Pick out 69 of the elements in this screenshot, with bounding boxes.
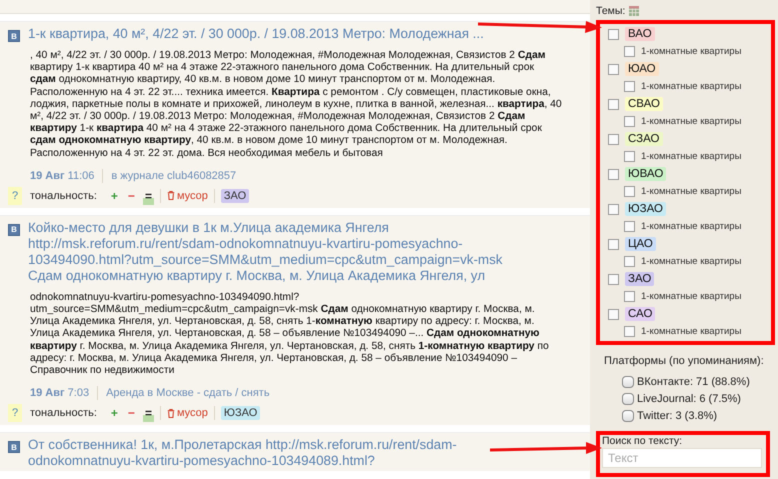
subtopic-label[interactable]: 1-комнатные квартиры bbox=[641, 46, 742, 57]
platform-label[interactable]: ВКонтакте: 71 (88.8%) bbox=[637, 376, 750, 388]
trash-link[interactable]: мусор bbox=[176, 407, 208, 420]
subtopic-label[interactable]: 1-комнатные квартиры bbox=[641, 291, 742, 302]
checkbox[interactable] bbox=[608, 308, 619, 320]
search-field[interactable]: Текст bbox=[602, 448, 762, 468]
district-tag[interactable]: ВАО bbox=[625, 27, 655, 41]
trash-icon bbox=[166, 408, 175, 419]
district-tag: ЮЗАО bbox=[220, 406, 260, 420]
subtopic-label[interactable]: 1-комнатные квартиры bbox=[641, 81, 742, 92]
help-button[interactable]: ? bbox=[8, 186, 22, 205]
checkbox[interactable] bbox=[624, 221, 635, 232]
post-title-link[interactable]: От собственника! 1к, м.Пролетарская http://msk.reforum.ru/rent/sdam-odnokomnatnuyu-kvartiru-pomesyachno-103494089.html? bbox=[28, 437, 503, 470]
tonality-label: тональность: bbox=[30, 190, 97, 202]
help-button[interactable]: ? bbox=[8, 404, 22, 422]
tonality-label: тональность: bbox=[30, 407, 97, 420]
trash-link[interactable]: мусор bbox=[176, 190, 208, 202]
checkbox[interactable] bbox=[624, 326, 635, 337]
district-tag[interactable]: СВАО bbox=[625, 97, 663, 111]
checkbox[interactable] bbox=[624, 151, 635, 162]
post-date: 19 Авг 11:06 bbox=[30, 170, 94, 182]
checkbox[interactable] bbox=[622, 376, 634, 388]
post-title-link[interactable]: Койко-место для девушки в 1к м.Улица академика Янгеля http://msk.reforum.ru/rent/sdam-odnokomnatnuyu-kvartiru-pomesyachno-103494090.html?utm_source=SMM&utm_medium=cpc&utm_campaign=vk-msk Сдам однокомнатную квартиру г. Москва, м. Улица Академика Янгеля, ул bbox=[28, 220, 503, 284]
table-icon[interactable] bbox=[629, 6, 640, 16]
district-tag[interactable]: СЗАО bbox=[625, 132, 662, 146]
district-tag[interactable]: ЗАО bbox=[625, 272, 654, 286]
checkbox[interactable] bbox=[624, 291, 635, 302]
checkbox[interactable] bbox=[608, 134, 619, 144]
trash-icon bbox=[166, 190, 175, 202]
checkbox[interactable] bbox=[624, 116, 635, 127]
district-tag[interactable]: ЮАО bbox=[625, 62, 659, 76]
checkbox[interactable] bbox=[624, 256, 635, 267]
subtopic-label[interactable]: 1-комнатные квартиры bbox=[641, 151, 742, 162]
checkbox[interactable] bbox=[608, 98, 619, 110]
tonality-button[interactable]: − bbox=[126, 186, 137, 205]
checkbox[interactable] bbox=[608, 28, 619, 40]
district-tag: ЗАО bbox=[220, 188, 250, 203]
source-badge: B bbox=[8, 30, 20, 42]
platform-label[interactable]: Twitter: 3 (3.8%) bbox=[637, 410, 718, 422]
post-title-link[interactable]: 1-к квартира, 40 м², 4/22 эт. / 30 000р. / 19.08.2013 Метро: Молодежная ... bbox=[28, 26, 503, 42]
district-tag[interactable]: ЦАО bbox=[625, 237, 656, 251]
checkbox[interactable] bbox=[624, 46, 635, 57]
checkbox[interactable] bbox=[608, 204, 619, 214]
checkbox[interactable] bbox=[622, 392, 634, 404]
platform-label[interactable]: LiveJournal: 6 (7.5%) bbox=[637, 392, 741, 404]
district-tag[interactable]: ЮЗАО bbox=[625, 202, 666, 216]
subtopic-label[interactable]: 1-комнатные квартиры bbox=[641, 256, 742, 267]
search-label: Поиск по тексту: bbox=[602, 435, 684, 447]
checkbox[interactable] bbox=[624, 186, 635, 197]
platforms-label: Платформы (по упоминаниям): bbox=[604, 355, 765, 367]
checkbox[interactable] bbox=[622, 410, 634, 422]
source-badge: B bbox=[8, 441, 20, 454]
topics-label: Темы: bbox=[596, 5, 626, 17]
subtopic-label[interactable]: 1-комнатные квартиры bbox=[641, 116, 742, 127]
subtopic-label[interactable]: 1-комнатные квартиры bbox=[641, 186, 742, 197]
tonality-button[interactable]: − bbox=[126, 404, 137, 422]
checkbox[interactable] bbox=[608, 274, 619, 284]
post-date: 19 Авг 7:03 bbox=[30, 387, 90, 400]
district-tag[interactable]: САО bbox=[625, 307, 656, 321]
checkbox[interactable] bbox=[608, 168, 619, 180]
checkbox[interactable] bbox=[624, 81, 635, 92]
district-tag[interactable]: ЮВАО bbox=[625, 167, 666, 181]
source-badge: B bbox=[8, 224, 20, 236]
post-text: odnokomnatnuyu-kvartiru-pomesyachno-103494090.html? utm_source=SMM&utm_medium=cpc&utm_campaign=vk-msk Сдам однокомнатную квартиру г. Москва, м. Улица Академика Янгеля, ул. Чертановская, д. 58, снять 1-комнатную квартиру по адресу: г. Москва, м. Улица Академика Янгеля, ул. Чертановская, д. 58 – объявление №103494090 –... Сдам однокомнатную квартиру г. Москва, м. Улица Академика Янгеля, ул. Чертановская, д. 58, снять 1-комнатную квартиру по адресу: г. Москва, м. Улица Академика Янгеля, ул. Чертановская, д. 58 – объявление №103494090 – Справочник по недвижимости bbox=[30, 292, 550, 378]
post-text: , 40 м², 4/22 эт. / 30 000р. / 19.08.2013 Метро: Молодежная, #Молодежная Молодежная, Связистов 2 Сдам квартиру 1-к квартира 40 м² на 4 этаже 22-этажного панельного дома Собственник. На длительный срок сдам однокомнатную квартиру, 40 кв.м. в новом доме 10 минут транспортом от м. Молодежная. Расположенную на 4 эт. 22 эт.... техника имеется. Квартира с ремонтом . С/у совмещен, пластиковые окна, лоджия, паркетные полы в комнате и прихожей, линолеум в кухне, плитка в ванной, железная... квартира, 40 м², 4/22 эт. / 30 000р. / 19.08.2013 Метро: Молодежная, #Молодежная Молодежная, Связистов 2 Сдам квартиру 1-к квартира 40 м² на 4 этаже 22-этажного панельного дома Собственник. На длительный срок сдам однокомнатную квартиру, 40 кв.м. в новом доме 10 минут транспортом от м. Молодежная. Расположенную на 4 эт. 22 эт. дома. Вся необходимая мебель и бытовая bbox=[30, 50, 562, 160]
subtopic-label[interactable]: 1-комнатные квартиры bbox=[641, 326, 742, 337]
checkbox[interactable] bbox=[608, 64, 619, 74]
checkbox[interactable] bbox=[608, 238, 619, 250]
subtopic-label[interactable]: 1-комнатные квартиры bbox=[641, 221, 742, 232]
